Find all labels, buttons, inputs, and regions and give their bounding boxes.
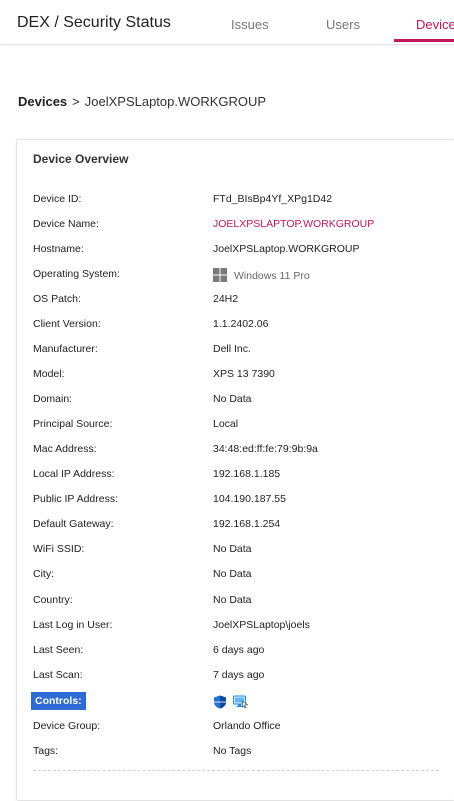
label-public-ip: Public IP Address: [33,493,119,505]
app-title: DEX / Security Status [17,14,171,31]
device-name-link[interactable]: JOELXPSLAPTOP.WORKGROUP [213,218,374,230]
value-last-user: JoelXPSLaptop\joels [213,619,310,631]
breadcrumb: Devices > JoelXPSLaptop.WORKGROUP [18,94,266,109]
label-operating-system: Operating System: [33,268,120,280]
value-city: No Data [213,568,252,580]
label-tags: Tags: [33,745,59,757]
row-city: City: No Data [17,565,454,585]
value-device-group: Orlando Office [213,720,281,732]
label-last-user: Last Log in User: [33,619,113,631]
label-mac-address: Mac Address: [33,443,97,455]
row-public-ip: Public IP Address: 104.190.187.55 [17,490,454,510]
row-os-patch: OS Patch: 24H2 [17,290,454,310]
value-domain: No Data [213,393,252,405]
label-device-group: Device Group: [33,720,101,732]
label-device-name: Device Name: [33,218,99,230]
os-name: Windows 11 Pro [234,270,310,282]
label-last-scan: Last Scan: [33,669,83,681]
value-hostname: JoelXPSLaptop.WORKGROUP [213,243,360,255]
row-last-scan: Last Scan: 7 days ago [17,666,454,686]
row-local-ip: Local IP Address: 192.168.1.185 [17,465,454,485]
value-operating-system: Windows 11 Pro [213,268,310,282]
value-public-ip: 104.190.187.55 [213,493,286,505]
label-controls: Controls: [31,692,86,710]
label-device-id: Device ID: [33,193,82,205]
label-os-patch: OS Patch: [33,293,81,305]
value-local-ip: 192.168.1.185 [213,468,281,480]
breadcrumb-devices-link[interactable]: Devices [18,94,67,109]
row-last-user: Last Log in User: JoelXPSLaptop\joels [17,616,454,636]
tab-users[interactable]: Users [326,17,360,32]
label-wifi-ssid: WiFi SSID: [33,543,85,555]
breadcrumb-current: JoelXPSLaptop.WORKGROUP [84,94,267,109]
value-country: No Data [213,594,252,606]
label-city: City: [33,568,54,580]
row-model: Model: XPS 13 7390 [17,365,454,385]
value-tags: No Tags [213,745,252,757]
row-last-seen: Last Seen: 6 days ago [17,641,454,661]
defender-shield-icon[interactable] [213,695,227,709]
value-mac-address: 34:48:ed:ff:fe:79:9b:9a [213,443,318,455]
value-os-patch: 24H2 [213,293,239,305]
row-tags: Tags: No Tags [17,742,454,762]
value-last-scan: 7 days ago [213,669,265,681]
value-manufacturer: Dell Inc. [213,343,251,355]
windows-icon [213,268,227,282]
section-divider [33,770,439,771]
value-device-id: FTd_BIsBp4Yf_XPg1D42 [213,193,333,205]
label-country: Country: [33,594,73,606]
label-principal-source: Principal Source: [33,418,113,430]
row-principal-source: Principal Source: Local [17,415,454,435]
row-device-group: Device Group: Orlando Office [17,717,454,737]
value-principal-source: Local [213,418,239,430]
remote-desktop-icon[interactable] [232,695,249,709]
row-device-id: Device ID: FTd_BIsBp4Yf_XPg1D42 [17,190,454,210]
row-client-version: Client Version: 1.1.2402.06 [17,315,454,335]
tab-issues[interactable]: Issues [231,17,269,32]
value-default-gateway: 192.168.1.254 [213,518,281,530]
row-controls: Controls: [17,692,454,712]
label-domain: Domain: [33,393,73,405]
value-model: XPS 13 7390 [213,368,275,380]
top-bar: DEX / Security Status Issues Users Devic… [0,0,454,45]
value-controls [213,695,251,709]
row-manufacturer: Manufacturer: Dell Inc. [17,340,454,360]
value-wifi-ssid: No Data [213,543,252,555]
active-tab-indicator [394,39,454,42]
label-manufacturer: Manufacturer: [33,343,98,355]
row-operating-system: Operating System: Windows 11 Pro [17,265,454,285]
card-title: Device Overview [33,152,129,166]
label-client-version: Client Version: [33,318,101,330]
row-mac-address: Mac Address: 34:48:ed:ff:fe:79:9b:9a [17,440,454,460]
label-hostname: Hostname: [33,243,84,255]
row-wifi-ssid: WiFi SSID: No Data [17,540,454,560]
device-overview-card: Device Overview Device ID: FTd_BIsBp4Yf_… [16,139,454,801]
row-domain: Domain: No Data [17,390,454,410]
row-country: Country: No Data [17,591,454,611]
row-default-gateway: Default Gateway: 192.168.1.254 [17,515,454,535]
breadcrumb-separator: > [72,94,80,109]
label-model: Model: [33,368,65,380]
label-last-seen: Last Seen: [33,644,84,656]
label-default-gateway: Default Gateway: [33,518,114,530]
value-last-seen: 6 days ago [213,644,265,656]
label-local-ip: Local IP Address: [33,468,115,480]
row-hostname: Hostname: JoelXPSLaptop.WORKGROUP [17,240,454,260]
tab-devices[interactable]: Device [416,17,454,32]
value-client-version: 1.1.2402.06 [213,318,269,330]
row-device-name: Device Name: JOELXPSLAPTOP.WORKGROUP [17,215,454,235]
